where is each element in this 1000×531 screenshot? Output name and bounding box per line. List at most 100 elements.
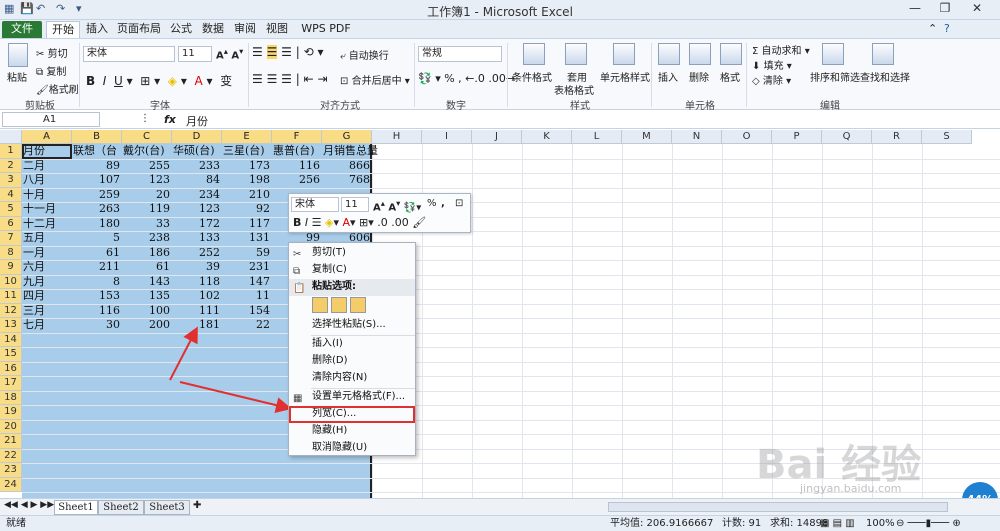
table-cell[interactable]: 768 bbox=[323, 173, 372, 188]
table-cell[interactable]: 八月 bbox=[23, 173, 72, 188]
fill-button[interactable]: ⬇ 填充 ▾ bbox=[752, 57, 792, 72]
table-cell[interactable]: 四月 bbox=[23, 289, 72, 304]
help-icon[interactable]: ? bbox=[944, 22, 950, 35]
table-cell[interactable]: 263 bbox=[73, 202, 122, 217]
select-all-corner[interactable] bbox=[0, 130, 22, 144]
table-cell[interactable]: 61 bbox=[123, 260, 172, 275]
format-painter-button[interactable]: 🖌格式刷 bbox=[36, 81, 79, 96]
table-cell[interactable]: 233 bbox=[173, 159, 222, 174]
mini-format-buttons[interactable]: B I ☰ ◈▾ A▾ ⊞▾ .0 .00 🖌 bbox=[293, 216, 426, 229]
table-cell[interactable]: 二月 bbox=[23, 159, 72, 174]
table-cell[interactable]: 198 bbox=[223, 173, 272, 188]
tab-review[interactable]: 审阅 bbox=[230, 21, 260, 38]
formula-value[interactable]: 月份 bbox=[186, 113, 208, 129]
table-cell[interactable]: 111 bbox=[173, 304, 222, 319]
table-cell[interactable]: 一月 bbox=[23, 246, 72, 261]
table-cell[interactable]: 33 bbox=[123, 217, 172, 232]
table-cell[interactable]: 5 bbox=[73, 231, 122, 246]
mini-font-box[interactable]: 宋体 bbox=[291, 197, 339, 212]
row-header[interactable]: 17 bbox=[0, 376, 22, 391]
table-cell[interactable]: 123 bbox=[173, 202, 222, 217]
table-cell[interactable]: 六月 bbox=[23, 260, 72, 275]
sort-filter-button[interactable]: 排序和筛选 bbox=[810, 69, 860, 84]
row-header[interactable]: 6 bbox=[0, 216, 22, 231]
zoom-level[interactable]: 100% bbox=[866, 516, 895, 531]
menu-paste-special[interactable]: 选择性粘贴(S)... bbox=[289, 317, 415, 334]
row-header[interactable]: 16 bbox=[0, 361, 22, 376]
table-cell[interactable]: 三月 bbox=[23, 304, 72, 319]
sheet-tab-1[interactable]: Sheet1 bbox=[54, 500, 98, 515]
menu-insert[interactable]: 插入(I) bbox=[289, 336, 415, 353]
phonetic-icon[interactable]: 变 bbox=[220, 74, 232, 88]
paste-formatting-icon[interactable] bbox=[350, 297, 366, 313]
table-cell[interactable]: 30 bbox=[73, 318, 122, 333]
table-cell[interactable]: 154 bbox=[223, 304, 272, 319]
menu-unhide[interactable]: 取消隐藏(U) bbox=[289, 440, 415, 457]
insert-cells-button[interactable]: 插入 bbox=[658, 69, 678, 84]
font-color-icon[interactable]: A bbox=[194, 74, 202, 88]
row-header[interactable]: 19 bbox=[0, 405, 22, 420]
table-cell[interactable]: 123 bbox=[123, 173, 172, 188]
table-cell[interactable]: 116 bbox=[73, 304, 122, 319]
table-header-cell[interactable]: 华硕(台) bbox=[173, 144, 223, 159]
row-header[interactable]: 14 bbox=[0, 332, 22, 347]
table-cell[interactable]: 100 bbox=[123, 304, 172, 319]
table-cell[interactable]: 七月 bbox=[23, 318, 72, 333]
table-cell[interactable]: 十二月 bbox=[23, 217, 72, 232]
wrap-text-button[interactable]: ⤶ 自动换行 bbox=[340, 47, 389, 62]
sheet-tab-2[interactable]: Sheet2 bbox=[98, 500, 144, 515]
tab-file[interactable]: 文件 bbox=[2, 21, 42, 38]
collapse-ribbon-icon[interactable]: ⌃ bbox=[928, 22, 937, 35]
fx-icon[interactable]: fx bbox=[164, 113, 176, 126]
autosum-button[interactable]: Σ 自动求和 ▾ bbox=[752, 42, 810, 57]
column-header[interactable]: L bbox=[572, 130, 622, 144]
table-cell[interactable]: 8 bbox=[73, 275, 122, 290]
row-header[interactable]: 22 bbox=[0, 448, 22, 463]
grow-font-icon[interactable]: A▴ A▾ bbox=[216, 46, 243, 61]
table-cell[interactable]: 180 bbox=[73, 217, 122, 232]
row-header[interactable]: 3 bbox=[0, 173, 22, 188]
table-cell[interactable]: 252 bbox=[173, 246, 222, 261]
row-header[interactable]: 5 bbox=[0, 202, 22, 217]
row-header[interactable]: 20 bbox=[0, 419, 22, 434]
table-cell[interactable]: 117 bbox=[223, 217, 272, 232]
table-cell[interactable]: 256 bbox=[273, 173, 322, 188]
row-header[interactable]: 1 bbox=[0, 144, 22, 159]
column-header[interactable]: G bbox=[322, 130, 372, 144]
cell-styles-button[interactable]: 单元格样式 bbox=[600, 69, 650, 84]
horizontal-align-buttons[interactable]: ☰ ☰ ☰ | ⇤ ⇥ bbox=[252, 72, 328, 86]
mini-merge-icon[interactable]: ⊡ bbox=[455, 198, 463, 209]
table-header-cell[interactable]: 三星(台) bbox=[223, 144, 273, 159]
minimize-icon[interactable]: — bbox=[900, 1, 930, 15]
view-buttons[interactable]: ▦ ▤ ▥ bbox=[820, 516, 855, 531]
row-header[interactable]: 12 bbox=[0, 303, 22, 318]
menu-cut[interactable]: ✂ 剪切(T) bbox=[289, 245, 415, 262]
restore-icon[interactable]: ❐ bbox=[930, 1, 960, 15]
table-cell[interactable]: 61 bbox=[73, 246, 122, 261]
close-icon[interactable]: ✕ bbox=[962, 1, 992, 15]
paste-button[interactable]: 粘贴 bbox=[7, 69, 27, 84]
mini-comma-button[interactable]: , bbox=[441, 198, 445, 209]
mini-percent-button[interactable]: % bbox=[427, 198, 437, 209]
column-header[interactable]: A bbox=[22, 130, 72, 144]
paste-icon[interactable] bbox=[312, 297, 328, 313]
row-header[interactable]: 13 bbox=[0, 318, 22, 333]
menu-format-cells[interactable]: ▦ 设置单元格格式(F)... bbox=[289, 389, 415, 406]
table-cell[interactable]: 十一月 bbox=[23, 202, 72, 217]
mini-font-color-icon[interactable]: A bbox=[343, 216, 351, 229]
table-cell[interactable]: 11 bbox=[223, 289, 272, 304]
sheet-nav-icons[interactable]: ◀◀ ◀ ▶ ▶▶ bbox=[4, 500, 54, 510]
column-header[interactable]: J bbox=[472, 130, 522, 144]
table-cell[interactable]: 200 bbox=[123, 318, 172, 333]
cut-button[interactable]: ✂ 剪切 bbox=[36, 45, 68, 60]
table-cell[interactable]: 172 bbox=[173, 217, 222, 232]
column-header[interactable]: I bbox=[422, 130, 472, 144]
column-header[interactable]: Q bbox=[822, 130, 872, 144]
column-header[interactable]: R bbox=[872, 130, 922, 144]
name-box[interactable]: A1 bbox=[2, 112, 100, 127]
find-select-button[interactable]: 查找和选择 bbox=[860, 69, 910, 84]
table-cell[interactable]: 238 bbox=[123, 231, 172, 246]
tab-formulas[interactable]: 公式 bbox=[166, 21, 196, 38]
table-cell[interactable]: 143 bbox=[123, 275, 172, 290]
column-header[interactable]: P bbox=[772, 130, 822, 144]
